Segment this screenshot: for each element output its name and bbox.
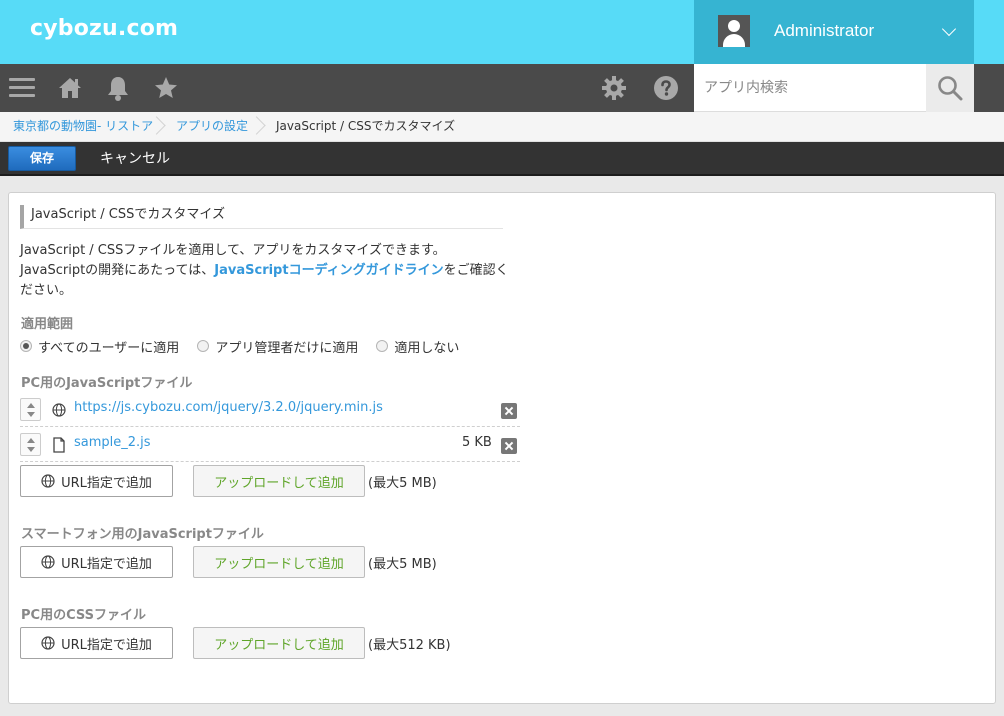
sort-handle-icon[interactable] [20,433,41,456]
globe-icon [41,555,55,569]
sp-js-label: スマートフォン用のJavaScriptファイル [21,527,264,542]
breadcrumb-app-settings[interactable]: アプリの設定 [176,112,248,142]
scope-option-none[interactable]: 適用しない [376,337,459,356]
radio-unchecked[interactable] [197,340,210,352]
action-bar: 保存 キャンセル [0,142,1004,176]
pc-css-label: PC用のCSSファイル [21,608,146,623]
home-icon[interactable] [56,74,84,102]
upload-button[interactable]: アップロードして追加 [193,627,365,659]
bell-icon[interactable] [104,74,132,102]
globe-icon [41,474,55,488]
help-icon[interactable] [652,74,680,102]
breadcrumb-current: JavaScript / CSSでカスタマイズ [276,119,456,133]
size-limit: (最大512 KB) [368,637,451,653]
upload-button[interactable]: アップロードして追加 [193,546,365,578]
globe-icon [52,403,66,417]
size-limit: (最大5 MB) [368,556,437,572]
add-by-url-button[interactable]: URL指定で追加 [20,546,173,578]
add-by-url-button[interactable]: URL指定で追加 [20,627,173,659]
menu-icon[interactable] [9,74,37,102]
coding-guideline-link[interactable]: JavaScriptコーディングガイドライン [214,263,443,278]
scope-radio-group: すべてのユーザーに適用 アプリ管理者だけに適用 適用しない [20,336,477,356]
page-title: JavaScript / CSSでカスタマイズ [20,205,503,229]
top-header: cybozu.com Administrator [0,0,1004,64]
scope-option-all-users[interactable]: すべてのユーザーに適用 [20,337,179,356]
sort-handle-icon[interactable] [20,398,41,421]
globe-icon [41,636,55,650]
description: JavaScript / CSSファイルを適用して、アプリをカスタマイズできます… [20,243,509,298]
star-icon[interactable] [152,74,180,102]
search-box [694,64,926,112]
search-input[interactable] [694,64,926,111]
add-by-url-button[interactable]: URL指定で追加 [20,465,173,497]
remove-icon[interactable] [501,438,517,454]
radio-unchecked[interactable] [376,340,389,352]
pc-js-actions: URL指定で追加 アップロードして追加 (最大5 MB) [20,465,437,497]
cancel-button[interactable]: キャンセル [100,148,170,168]
pc-js-label: PC用のJavaScriptファイル [21,376,193,391]
save-button[interactable]: 保存 [8,146,76,171]
file-row: sample_2.js 5 KB [20,427,520,462]
scope-label: 適用範囲 [21,317,74,332]
radio-checked[interactable] [20,340,32,352]
pc-css-actions: URL指定で追加 アップロードして追加 (最大512 KB) [20,627,451,659]
user-name: Administrator [774,21,875,40]
breadcrumb: 東京都の動物園- リストア アプリの設定 JavaScript / CSSでカス… [0,112,1004,142]
file-row: https://js.cybozu.com/jquery/3.2.0/jquer… [20,392,520,427]
file-size: 5 KB [462,435,492,450]
user-menu[interactable]: Administrator [694,0,974,64]
file-icon [53,437,65,453]
scope-option-admins-only[interactable]: アプリ管理者だけに適用 [197,337,358,356]
search-icon [938,76,963,101]
gear-icon[interactable] [600,74,628,102]
file-link[interactable]: https://js.cybozu.com/jquery/3.2.0/jquer… [74,400,383,415]
avatar [718,15,750,47]
logo[interactable]: cybozu.com [30,16,178,41]
sp-js-actions: URL指定で追加 アップロードして追加 (最大5 MB) [20,546,437,578]
customize-panel: JavaScript / CSSでカスタマイズ JavaScript / CSS… [8,192,996,704]
search-button[interactable] [926,64,974,112]
remove-icon[interactable] [501,403,517,419]
chevron-down-icon [941,21,957,37]
file-link[interactable]: sample_2.js [74,435,151,450]
upload-button[interactable]: アップロードして追加 [193,465,365,497]
size-limit: (最大5 MB) [368,475,437,491]
breadcrumb-app[interactable]: 東京都の動物園- リストア [13,112,153,142]
